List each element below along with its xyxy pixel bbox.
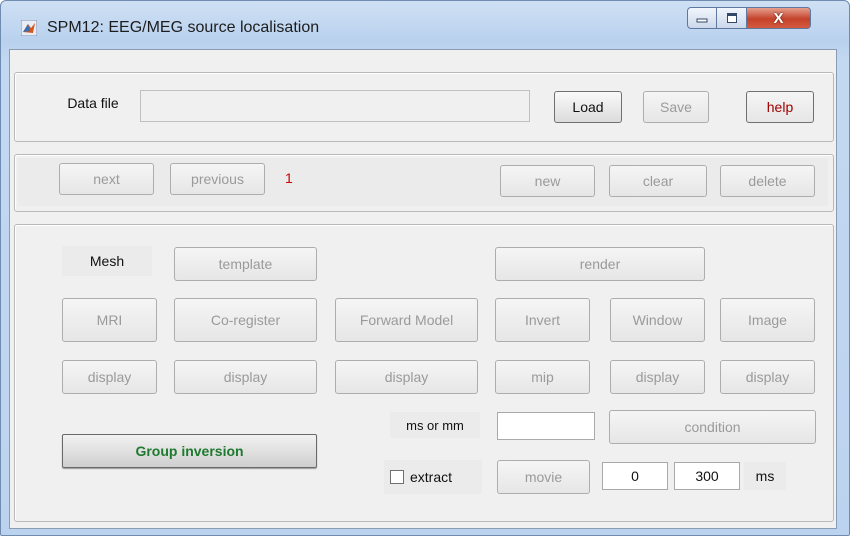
image-button[interactable]: Image xyxy=(720,298,815,342)
extract-label: extract xyxy=(410,469,453,485)
trial-counter: 1 xyxy=(285,170,293,186)
ms-or-mm-label: ms or mm xyxy=(390,412,480,438)
new-button[interactable]: new xyxy=(500,165,595,197)
app-window: SPM12: EEG/MEG source localisation X Dat… xyxy=(0,0,850,536)
title-bar[interactable]: SPM12: EEG/MEG source localisation X xyxy=(1,1,849,41)
display-coregister-button[interactable]: display xyxy=(174,360,317,394)
maximize-icon xyxy=(726,13,737,23)
minimize-button[interactable] xyxy=(687,7,717,29)
clear-button[interactable]: clear xyxy=(609,165,707,197)
movie-button[interactable]: movie xyxy=(497,460,590,494)
client-area: Data file Load Save help next previous 1… xyxy=(9,49,837,529)
minimize-icon xyxy=(696,18,708,23)
invert-button[interactable]: Invert xyxy=(495,298,590,342)
extract-checkbox[interactable] xyxy=(390,470,404,484)
display-window-button[interactable]: display xyxy=(610,360,705,394)
matlab-icon xyxy=(21,20,37,36)
close-button[interactable]: X xyxy=(747,7,811,29)
ms-unit-label: ms xyxy=(744,462,786,490)
group-inversion-button[interactable]: Group inversion xyxy=(62,434,317,468)
movie-end-field[interactable]: 300 xyxy=(674,462,740,490)
coregister-button[interactable]: Co-register xyxy=(174,298,317,342)
next-button[interactable]: next xyxy=(59,163,154,195)
display-image-button[interactable]: display xyxy=(720,360,815,394)
display-forward-model-button[interactable]: display xyxy=(335,360,478,394)
save-button[interactable]: Save xyxy=(643,91,709,123)
display-mri-button[interactable]: display xyxy=(62,360,157,394)
window-title: SPM12: EEG/MEG source localisation xyxy=(47,19,320,36)
maximize-button[interactable] xyxy=(717,7,747,29)
delete-button[interactable]: delete xyxy=(720,165,815,197)
template-button[interactable]: template xyxy=(174,247,317,281)
help-button[interactable]: help xyxy=(746,91,814,123)
window-button[interactable]: Window xyxy=(610,298,705,342)
movie-start-field[interactable]: 0 xyxy=(602,462,668,490)
forward-model-button[interactable]: Forward Model xyxy=(335,298,478,342)
mip-button[interactable]: mip xyxy=(495,360,590,394)
close-icon: X xyxy=(773,9,784,27)
data-file-label: Data file xyxy=(67,95,119,111)
previous-button[interactable]: previous xyxy=(170,163,265,195)
mesh-label: Mesh xyxy=(62,246,152,276)
ms-or-mm-field[interactable] xyxy=(497,412,595,440)
mri-button[interactable]: MRI xyxy=(62,298,157,342)
data-file-field[interactable] xyxy=(140,90,530,122)
load-button[interactable]: Load xyxy=(554,91,622,123)
render-button[interactable]: render xyxy=(495,247,705,281)
condition-button[interactable]: condition xyxy=(609,410,816,444)
